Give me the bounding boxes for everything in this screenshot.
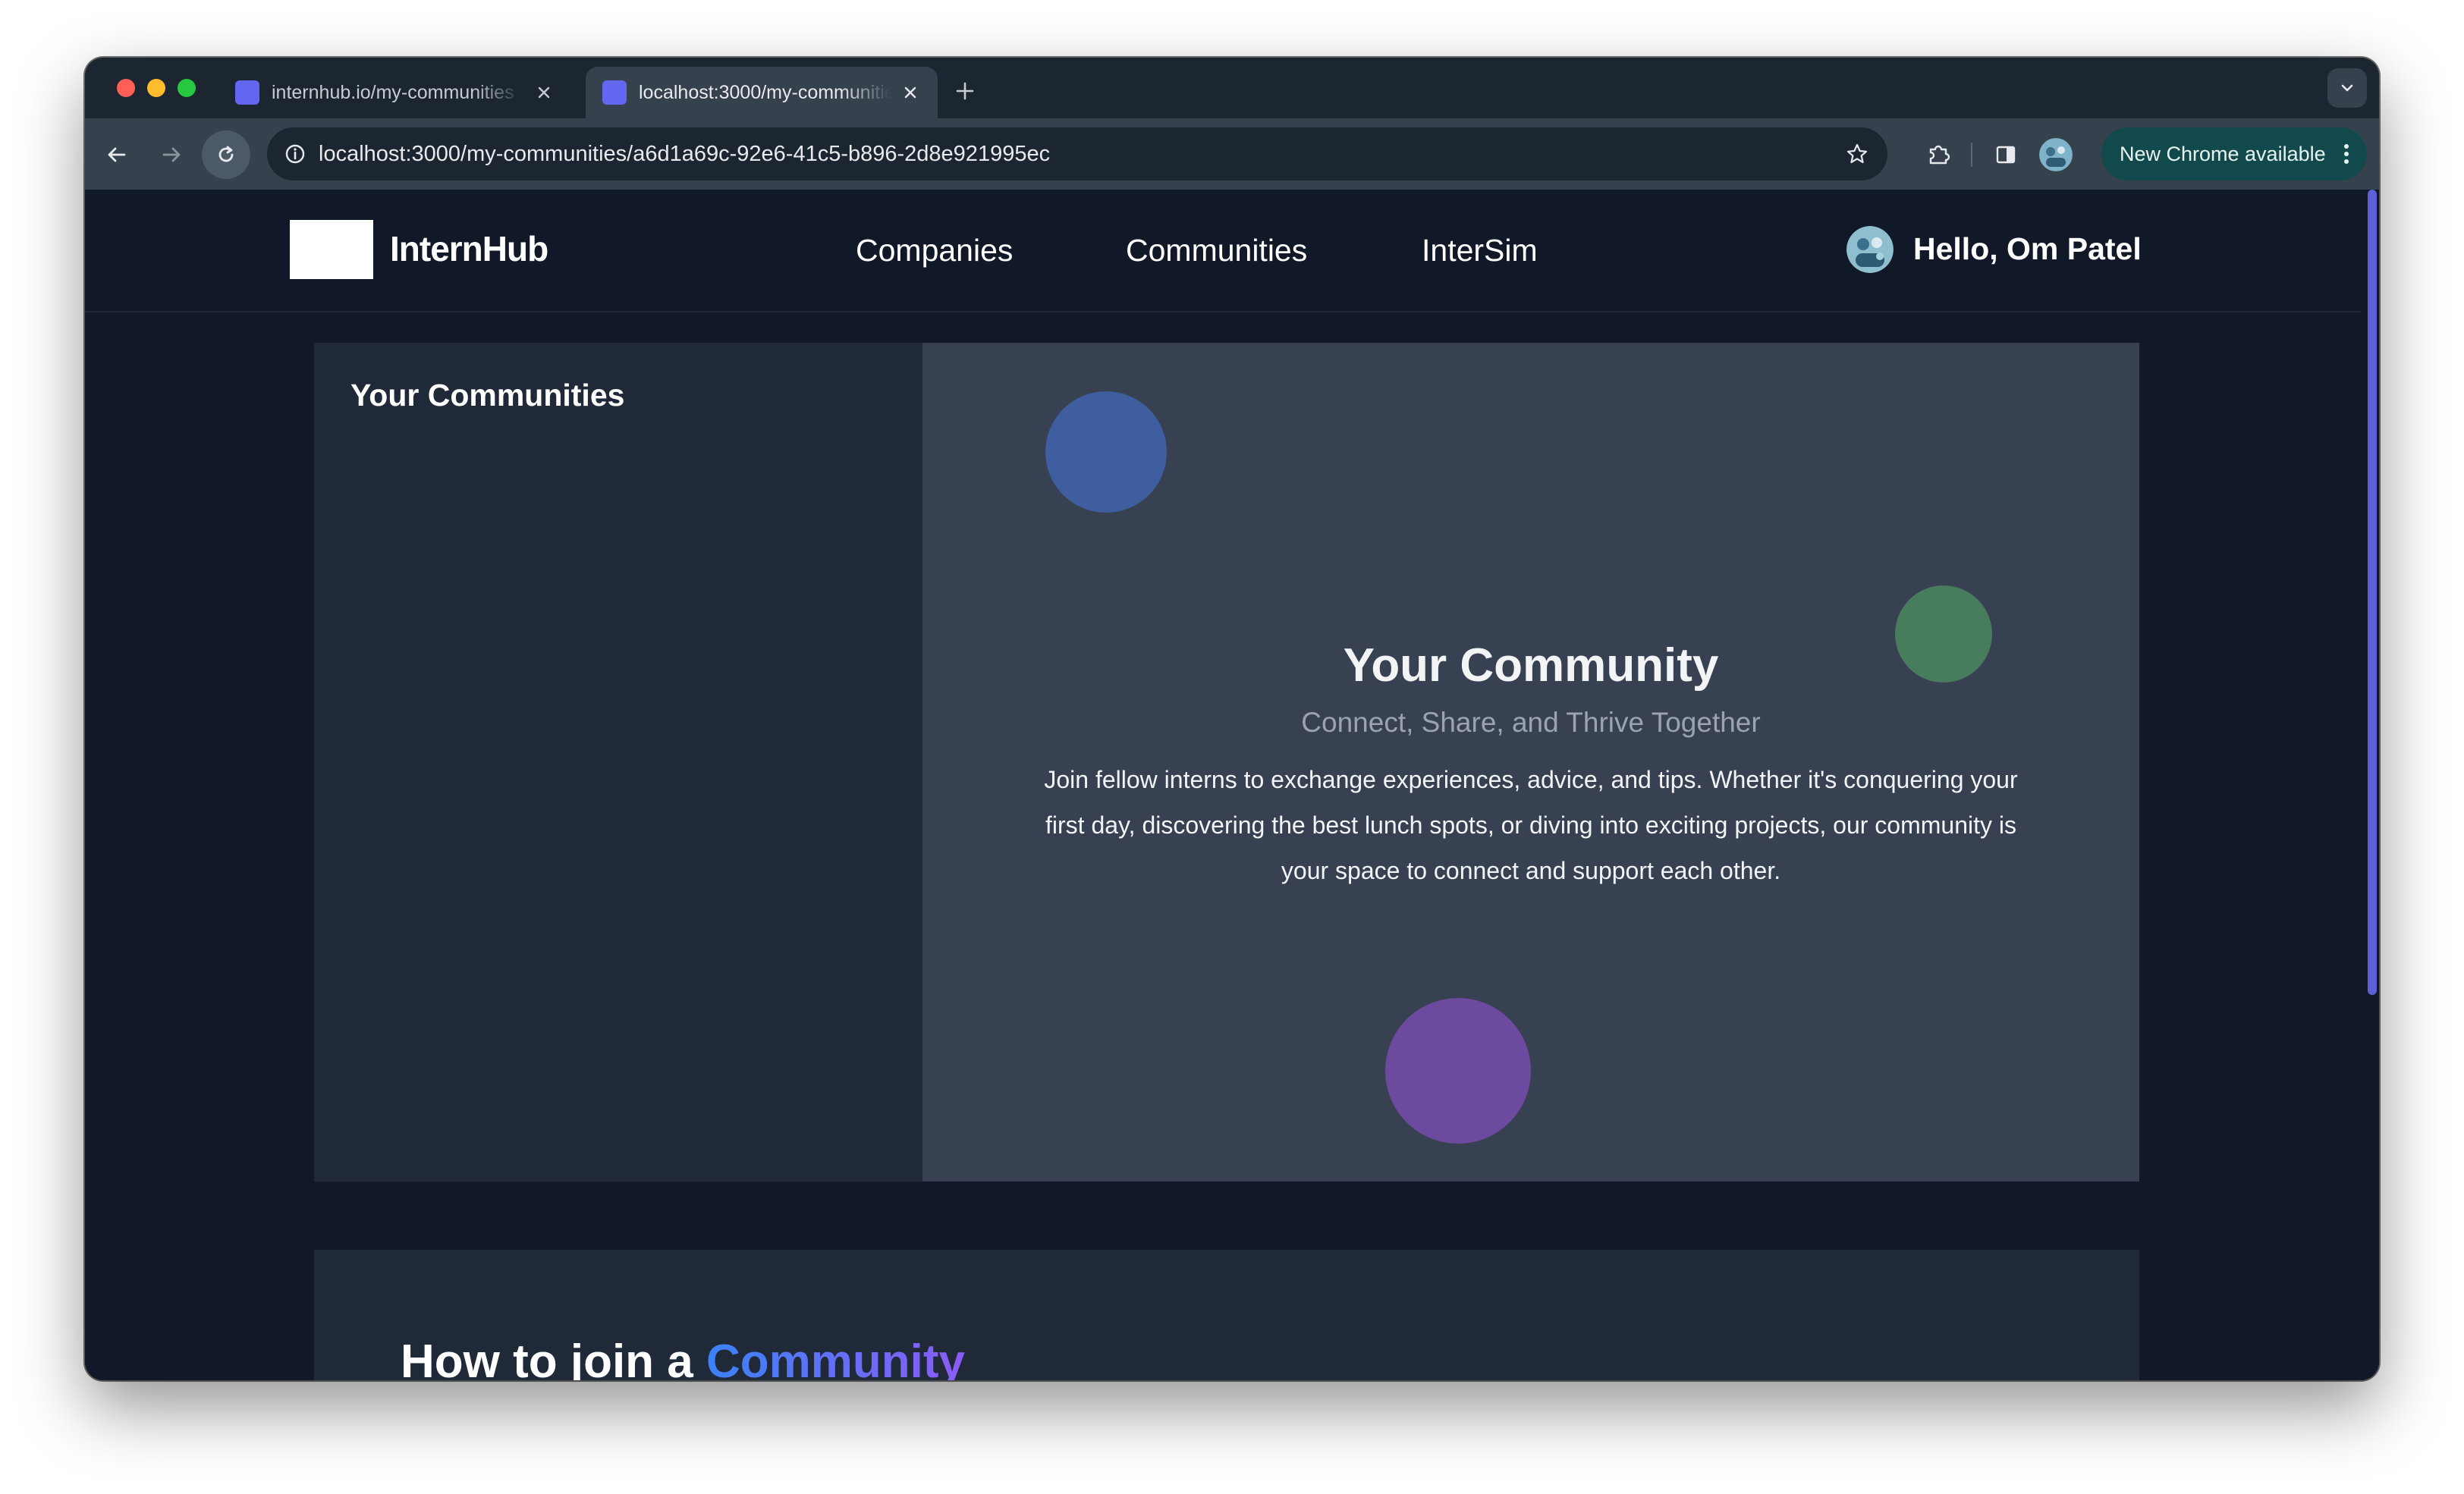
browser-tab-internhub[interactable]: internhub.io/my-communities [218,67,572,118]
nav-link-intersim[interactable]: InterSim [1422,228,1538,273]
tab-title: internhub.io/my-communities [272,81,514,103]
how-to-join-title: How to join a Community [401,1335,965,1380]
window-minimize-button[interactable] [147,79,165,97]
new-chrome-available-button[interactable]: New Chrome available [2101,127,2367,180]
extensions-puzzle-icon[interactable] [1921,137,1957,173]
nav-link-communities[interactable]: Communities [1126,228,1307,273]
browser-tab-localhost[interactable]: localhost:3000/my-communities [586,67,938,118]
address-bar[interactable]: localhost:3000/my-communities/a6d1a69c-9… [267,127,1887,180]
your-communities-title: Your Communities [350,378,625,413]
decorative-purple-circle [1385,998,1531,1144]
tab-favicon-icon [235,80,259,105]
site-header: InternHub Companies Communities InterSim… [85,190,2361,312]
user-avatar[interactable] [1846,226,1894,273]
address-url[interactable]: localhost:3000/my-communities/a6d1a69c-9… [319,127,1050,180]
how-to-join-section: How to join a Community [314,1250,2139,1380]
decorative-blue-circle [1045,391,1167,513]
chrome-update-label: New Chrome available [2120,142,2326,165]
bookmark-star-icon[interactable] [1840,137,1874,171]
how-to-join-title-prefix: How to join a [401,1335,693,1380]
site-info-icon[interactable] [278,137,313,171]
browser-toolbar: localhost:3000/my-communities/a6d1a69c-9… [85,118,2379,190]
your-communities-panel: Your Communities [314,343,922,1182]
tab-favicon-icon [602,80,627,105]
kebab-menu-icon [2344,144,2349,164]
hero-description: Join fellow interns to exchange experien… [1044,766,2018,884]
tab-search-chevron-down-icon[interactable] [2327,68,2367,108]
window-zoom-button[interactable] [178,79,196,97]
profile-avatar[interactable] [2039,138,2073,171]
side-panel-icon[interactable] [1988,137,2024,173]
toolbar-divider [1971,143,1972,167]
nav-link-companies[interactable]: Companies [856,228,1013,273]
hero-subtitle: Connect, Share, and Thrive Together [1301,707,1761,738]
back-arrow-left-icon[interactable] [93,130,141,179]
user-greeting[interactable]: Hello, Om Patel [1913,224,2142,273]
how-to-join-title-highlight: Community [706,1335,965,1380]
tab-strip: internhub.io/my-communities localhost:30… [85,58,2379,118]
scrollbar-thumb[interactable] [2368,190,2377,995]
community-hero-panel: Your Community Connect, Share, and Thriv… [922,343,2139,1182]
page-viewport: InternHub Companies Communities InterSim… [85,190,2379,1380]
hero-title: Your Community [1343,639,1719,692]
page-scrollbar[interactable] [2365,190,2379,1380]
tab-close-icon[interactable] [533,81,555,104]
browser-window: internhub.io/my-communities localhost:30… [85,58,2379,1380]
tab-close-icon[interactable] [900,81,921,104]
forward-arrow-right-icon[interactable] [147,130,196,179]
reload-icon[interactable] [202,130,250,179]
window-close-button[interactable] [117,79,135,97]
site-logo[interactable] [290,220,373,279]
brand-name[interactable]: InternHub [390,224,548,273]
tab-title: localhost:3000/my-communities [639,81,891,103]
new-tab-plus-icon[interactable] [950,76,980,106]
